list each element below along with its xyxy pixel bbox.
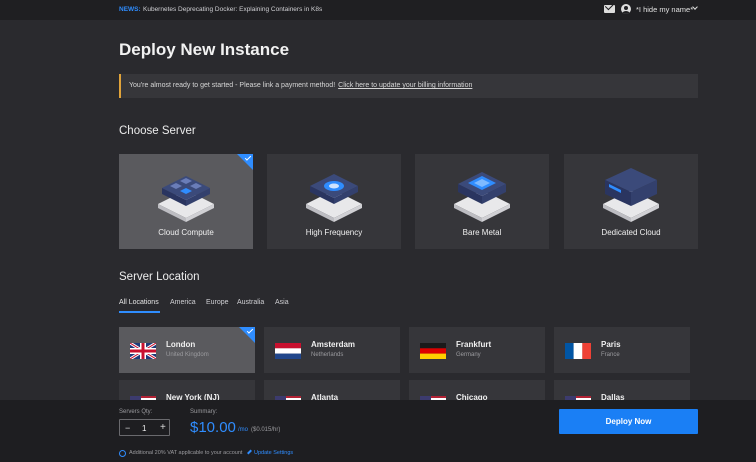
active-tab-indicator — [119, 311, 160, 313]
increment-button[interactable]: + — [160, 422, 166, 433]
quantity-stepper: − 1 + — [119, 419, 170, 436]
billing-link[interactable]: Click here to update your billing inform… — [338, 82, 472, 89]
location-country: Germany — [456, 352, 481, 358]
billing-alert: You're almost ready to get started - Ple… — [119, 74, 698, 98]
server-type-high-frequency[interactable]: High Frequency — [267, 154, 401, 249]
location-frankfurt[interactable]: Frankfurt Germany — [409, 327, 545, 373]
location-country: Netherlands — [311, 352, 344, 358]
bare-metal-icon — [454, 172, 510, 222]
pencil-icon[interactable] — [247, 449, 252, 455]
uk-flag-icon — [130, 343, 156, 359]
germany-flag-icon — [420, 343, 446, 359]
server-type-dedicated-cloud[interactable]: Dedicated Cloud — [564, 154, 698, 249]
quantity-value[interactable]: 1 — [142, 424, 146, 433]
location-paris[interactable]: Paris France — [554, 327, 690, 373]
mail-icon[interactable] — [604, 5, 615, 13]
server-location-title: Server Location — [119, 271, 200, 283]
user-name-menu[interactable]: *I hide my name* — [636, 5, 693, 14]
deploy-summary-bar: Servers Qty: − 1 + Summary: $10.00 /mo (… — [0, 400, 756, 462]
news-tag: NEWS: — [119, 6, 141, 13]
tab-asia[interactable]: Asia — [275, 299, 289, 306]
location-city: Frankfurt — [456, 340, 492, 349]
server-type-label: Cloud Compute — [158, 228, 214, 237]
server-type-label: Bare Metal — [462, 228, 502, 237]
vat-notice: Additional 20% VAT applicable to your ac… — [129, 450, 243, 456]
france-flag-icon — [565, 343, 591, 359]
server-type-bare-metal[interactable]: Bare Metal — [415, 154, 549, 249]
tab-europe[interactable]: Europe — [206, 299, 229, 306]
location-city: London — [166, 340, 196, 349]
monthly-price: $10.00 — [190, 419, 236, 436]
location-city: Paris — [601, 340, 621, 349]
choose-server-title: Choose Server — [119, 125, 196, 137]
location-amsterdam[interactable]: Amsterdam Netherlands — [264, 327, 400, 373]
summary-label: Summary: — [190, 409, 218, 415]
dedicated-cloud-icon — [603, 168, 659, 222]
page-title: Deploy New Instance — [119, 40, 290, 59]
price-period: /mo — [238, 427, 249, 433]
decrement-button[interactable]: − — [125, 423, 130, 433]
tab-america[interactable]: America — [170, 299, 196, 306]
high-frequency-icon — [306, 174, 362, 222]
alert-text: You're almost ready to get started - Ple… — [129, 82, 473, 89]
servers-qty-label: Servers Qty: — [119, 409, 153, 415]
location-city: Amsterdam — [311, 340, 356, 349]
tab-australia[interactable]: Australia — [237, 299, 264, 306]
server-type-label: Dedicated Cloud — [601, 228, 661, 237]
cloud-compute-icon — [158, 176, 214, 222]
update-settings-link[interactable]: Update Settings — [254, 450, 293, 456]
tab-all-locations[interactable]: All Locations — [119, 299, 159, 306]
info-icon — [119, 450, 126, 457]
top-bar: NEWS: Kubernetes Deprecating Docker: Exp… — [0, 0, 756, 20]
netherlands-flag-icon — [275, 343, 301, 359]
location-london[interactable]: London United Kingdom — [119, 327, 255, 373]
location-country: France — [601, 352, 620, 358]
deploy-now-button[interactable]: Deploy Now — [559, 409, 698, 434]
hourly-price: ($0.015/hr) — [251, 427, 281, 433]
user-avatar-icon[interactable] — [621, 4, 631, 14]
news-headline-link[interactable]: Kubernetes Deprecating Docker: Explainin… — [143, 6, 322, 13]
location-country: United Kingdom — [166, 352, 209, 358]
server-type-cloud-compute[interactable]: Cloud Compute — [119, 154, 253, 249]
server-type-label: High Frequency — [305, 228, 363, 237]
